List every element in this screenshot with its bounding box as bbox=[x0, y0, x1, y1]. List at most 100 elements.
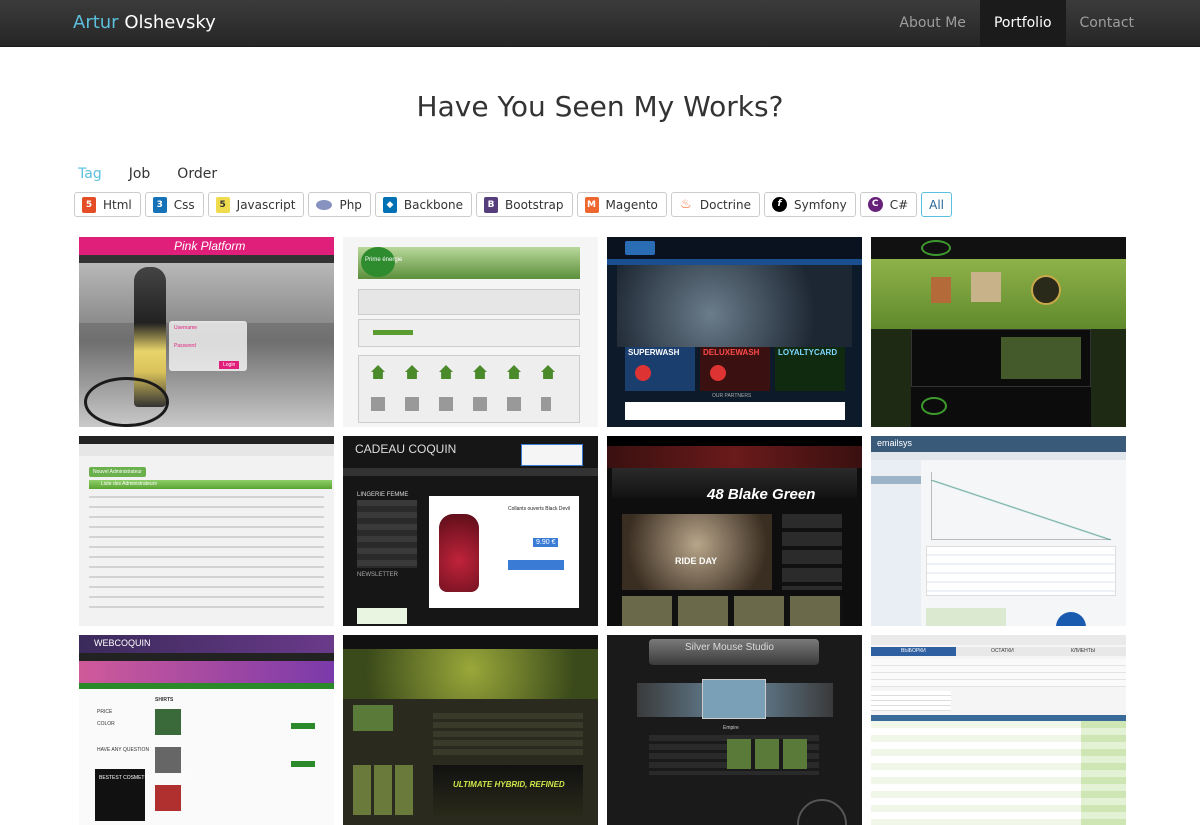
site-header-bar bbox=[343, 635, 598, 649]
site-menu-bar bbox=[79, 444, 334, 456]
photo-thumb bbox=[353, 705, 393, 731]
sidebar-color-label: COLOR bbox=[97, 721, 115, 727]
world-map bbox=[926, 608, 1006, 626]
tag-magento-button[interactable]: M Magento bbox=[576, 192, 667, 217]
partner-logos bbox=[625, 402, 845, 420]
nav-about-me[interactable]: About Me bbox=[885, 0, 980, 47]
tab-label: КЛИЕНТЫ bbox=[1071, 648, 1096, 654]
portfolio-item-emailsys[interactable]: emailsys bbox=[871, 436, 1126, 626]
promo-title: SUPERWASH bbox=[628, 348, 680, 357]
tag-php-button[interactable]: Php bbox=[308, 192, 371, 217]
tag-label: Javascript bbox=[236, 197, 296, 212]
ride-day-label: RIDE DAY bbox=[675, 556, 718, 566]
portfolio-item-shine-expert[interactable]: SUPERWASH DELUXEWASH LOYALTYCARD OUR PAR… bbox=[607, 237, 862, 427]
question-box: HAVE ANY QUESTION bbox=[97, 747, 150, 753]
thumbnail-strip bbox=[727, 739, 807, 769]
javascript-icon: 5 bbox=[215, 196, 230, 213]
options-section bbox=[358, 355, 580, 423]
sidebar-price-label: PRICE bbox=[97, 709, 113, 715]
portfolio-item-prime-energie[interactable]: Prime énergie bbox=[343, 237, 598, 427]
section-heading: SHIRTS bbox=[155, 697, 174, 703]
product-title: Collants ouverts Black Devil bbox=[508, 506, 570, 512]
tag-label: Magento bbox=[605, 197, 658, 212]
magento-icon: M bbox=[584, 196, 599, 213]
hero-image bbox=[617, 265, 852, 347]
site-header-bar bbox=[79, 436, 334, 444]
ad-text: BESTEST COSMETICS IN THE WORLD! bbox=[99, 775, 192, 781]
site-menu-bar bbox=[343, 468, 598, 476]
portfolio-item-game-site[interactable] bbox=[871, 237, 1126, 427]
tab-label: ОСТАТКИ bbox=[991, 648, 1014, 654]
portfolio-item-admin-list[interactable]: Nouvel Administrateur Liste des Administ… bbox=[79, 436, 334, 626]
portfolio-item-bike-community[interactable]: ULTIMATE HYBRID, REFINED bbox=[343, 635, 598, 825]
sidebar-menu bbox=[871, 460, 921, 626]
graffiti-banner bbox=[607, 446, 862, 468]
tag-label: Symfony bbox=[794, 197, 847, 212]
tag-doctrine-button[interactable]: ♨ Doctrine bbox=[670, 192, 760, 217]
tag-label: Php bbox=[339, 197, 362, 212]
game-building bbox=[971, 272, 1001, 302]
green-strip bbox=[79, 683, 334, 689]
tag-all-button[interactable]: All bbox=[921, 192, 953, 217]
nav-portfolio[interactable]: Portfolio bbox=[979, 0, 1066, 47]
nav-contact[interactable]: Contact bbox=[1066, 0, 1148, 47]
add-to-cart-button bbox=[291, 723, 315, 729]
add-to-cart-button bbox=[508, 560, 564, 570]
add-to-cart-button bbox=[291, 761, 315, 767]
form-section bbox=[358, 289, 580, 315]
filter-tabs: Tag Job Order bbox=[78, 166, 244, 182]
ad-banner-text: ULTIMATE HYBRID, REFINED bbox=[453, 780, 565, 789]
tag-css-button[interactable]: 3 Css bbox=[144, 192, 204, 217]
sidebar-active-item bbox=[871, 476, 921, 484]
tag-javascript-button[interactable]: 5 Javascript bbox=[207, 192, 305, 217]
product-image bbox=[439, 514, 479, 592]
photo-bicycle bbox=[84, 377, 169, 427]
site-logo: Silver Mouse Studio bbox=[685, 642, 774, 653]
site-logo: Prime énergie bbox=[365, 257, 403, 263]
site-header-bar bbox=[607, 436, 862, 446]
stats-table bbox=[926, 546, 1116, 596]
tag-csharp-button[interactable]: C C# bbox=[859, 192, 918, 217]
tag-label: All bbox=[929, 197, 945, 212]
tag-bootstrap-button[interactable]: B Bootstrap bbox=[476, 192, 573, 217]
tag-symfony-button[interactable]: f Symfony bbox=[764, 192, 856, 217]
login-password-label: Password bbox=[174, 343, 196, 349]
brand-link[interactable]: Artur Olshevsky bbox=[73, 12, 216, 33]
site-header-bar bbox=[871, 237, 1126, 259]
admin-table-rows bbox=[89, 496, 324, 616]
csharp-icon: C bbox=[867, 197, 883, 212]
brand-first-name: Artur bbox=[73, 12, 119, 33]
tag-label: Doctrine bbox=[699, 197, 751, 212]
portfolio-item-moto-site[interactable]: 48 Blake Green RIDE DAY bbox=[607, 436, 862, 626]
page-title: Have You Seen My Works? bbox=[416, 90, 784, 123]
cart-box bbox=[521, 444, 583, 466]
html5-icon: 5 bbox=[82, 196, 96, 213]
ad-banner bbox=[433, 765, 583, 817]
tag-html-button[interactable]: 5 Html bbox=[74, 192, 141, 217]
street-background bbox=[79, 263, 334, 323]
forum-table bbox=[433, 713, 583, 755]
portfolio-item-webcoquin[interactable]: WEBCOQUIN PRICE COLOR HAVE ANY QUESTION … bbox=[79, 635, 334, 825]
ride-day-image bbox=[622, 514, 772, 590]
tag-filter-bar: 5 Html 3 Css 5 Javascript Php ◆ Backbone B Bo… bbox=[74, 192, 956, 217]
navbar: Artur Olshevsky About Me Portfolio Conta… bbox=[0, 0, 1200, 47]
product-price: 9.90 € bbox=[533, 538, 559, 547]
tag-label: Backbone bbox=[403, 197, 464, 212]
summary-table bbox=[871, 691, 951, 711]
site-logo: WEBCOQUIN bbox=[94, 638, 151, 648]
tab-order[interactable]: Order bbox=[177, 166, 217, 182]
portfolio-item-pink-platform[interactable]: Pink Platform Username Password Login bbox=[79, 237, 334, 427]
portfolio-item-data-table[interactable]: ВЫБОРКИ ОСТАТКИ КЛИЕНТЫ bbox=[871, 635, 1126, 825]
tag-backbone-button[interactable]: ◆ Backbone bbox=[374, 192, 473, 217]
data-table-highlight-column bbox=[1081, 721, 1126, 825]
portfolio-item-cadeau-coquin[interactable]: CADEAU COQUIN LINGERIE FEMME NEWSLETTER … bbox=[343, 436, 598, 626]
newsletter-label: NEWSLETTER bbox=[357, 572, 399, 578]
tab-job[interactable]: Job bbox=[129, 166, 151, 182]
portfolio-grid: Pink Platform Username Password Login Pr… bbox=[79, 237, 1127, 825]
portfolio-item-silver-mouse-studio[interactable]: Silver Mouse Studio Empire bbox=[607, 635, 862, 825]
site-logo: Pink Platform bbox=[174, 239, 246, 253]
tab-tag[interactable]: Tag bbox=[78, 166, 102, 182]
product-thumb bbox=[155, 785, 181, 811]
hero-image bbox=[343, 649, 598, 699]
site-logo bbox=[921, 240, 951, 256]
